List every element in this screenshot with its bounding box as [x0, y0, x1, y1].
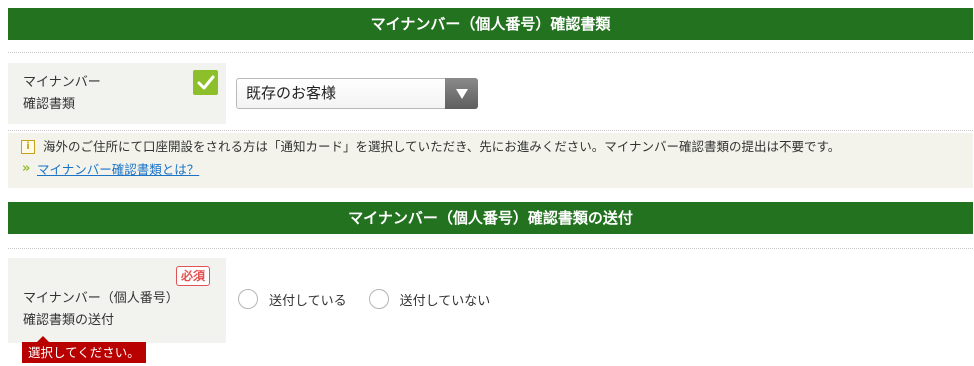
radio-sent[interactable]: 送付している: [238, 289, 347, 309]
divider: [8, 52, 973, 53]
divider: [8, 130, 973, 131]
radio-not-sent[interactable]: 送付していない: [368, 289, 491, 309]
section-header-mynumber-send: マイナンバー（個人番号）確認書類の送付: [8, 202, 973, 234]
error-tooltip: 選択してください。: [22, 342, 146, 363]
field-label-line2: 確認書類: [23, 97, 76, 112]
required-badge: 必須: [176, 266, 211, 286]
field-label-line1: マイナンバー: [23, 75, 101, 90]
double-chevron-right-icon: »: [22, 161, 31, 176]
radio-button[interactable]: [238, 289, 258, 309]
field-label-line1: マイナンバー（個人番号）: [23, 291, 179, 306]
radio-label: 送付していない: [399, 293, 491, 309]
radio-button[interactable]: [368, 289, 389, 309]
mynumber-docs-select[interactable]: 既存のお客様: [236, 78, 478, 109]
send-radio-group: 送付している 送付していない: [238, 289, 512, 309]
mynumber-docs-link[interactable]: マイナンバー確認書類とは？: [37, 162, 199, 178]
info-text: 海外のご住所にて口座開設をされる方は「通知カード」を選択していただき、先にお進み…: [43, 139, 841, 154]
section-header-mynumber-docs: マイナンバー（個人番号）確認書類: [8, 8, 973, 40]
divider: [8, 248, 973, 249]
chevron-down-icon[interactable]: [445, 78, 478, 109]
field-label-line2: 確認書類の送付: [23, 313, 115, 328]
info-icon: i: [21, 140, 35, 154]
info-box: i 海外のご住所にて口座開設をされる方は「通知カード」を選択していただき、先にお…: [8, 133, 973, 188]
checkmark-icon: [193, 70, 218, 95]
radio-label: 送付している: [269, 293, 347, 309]
select-value: 既存のお客様: [246, 84, 337, 102]
